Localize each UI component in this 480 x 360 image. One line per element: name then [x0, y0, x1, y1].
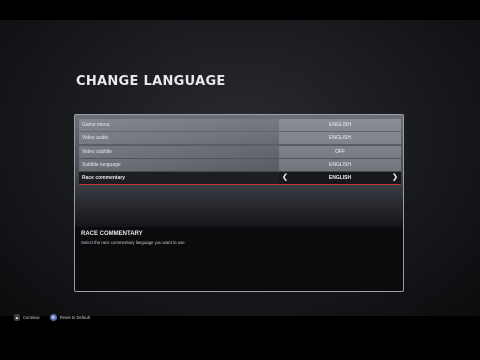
trigger-button-icon: ▲: [14, 313, 20, 321]
settings-list: Game menu ENGLISH Video audio ENGLISH Vi…: [79, 119, 401, 186]
reset-prompt[interactable]: Reset to Default: [60, 315, 90, 320]
setting-label: Race commentary: [79, 172, 279, 185]
setting-value[interactable]: ENGLISH: [279, 132, 401, 145]
continue-prompt[interactable]: Continue: [23, 315, 40, 320]
setting-label: Video audio: [79, 132, 279, 145]
setting-value[interactable]: OFF: [279, 145, 401, 158]
description-text: Select the race commentary language you …: [81, 240, 185, 245]
setting-label: Video subtitle: [79, 145, 279, 158]
setting-row-subtitle-language[interactable]: Subtitle language ENGLISH: [79, 158, 401, 171]
setting-row-video-subtitle[interactable]: Video subtitle OFF: [79, 145, 401, 158]
setting-label: Subtitle language: [79, 158, 279, 171]
game-screen: CHANGE LANGUAGE Game menu ENGLISH Video …: [0, 20, 480, 321]
setting-row-game-menu[interactable]: Game menu ENGLISH: [79, 119, 401, 131]
page-title: CHANGE LANGUAGE: [76, 74, 226, 89]
setting-row-race-commentary[interactable]: Race commentary ❮ ENGLISH ❯: [79, 172, 401, 186]
button-prompts: ▲ Continue ✕ Reset to Default: [14, 312, 90, 322]
setting-value[interactable]: ENGLISH: [279, 119, 401, 131]
x-button-icon: ✕: [49, 313, 57, 321]
setting-value: ENGLISH: [328, 175, 352, 182]
setting-row-video-audio[interactable]: Video audio ENGLISH: [79, 132, 401, 145]
setting-label: Game menu: [79, 119, 279, 131]
setting-value-selector[interactable]: ❮ ENGLISH ❯: [279, 172, 401, 185]
setting-value[interactable]: ENGLISH: [279, 158, 401, 171]
settings-panel: Game menu ENGLISH Video audio ENGLISH Vi…: [74, 114, 404, 292]
chevron-right-icon[interactable]: ❯: [392, 172, 398, 184]
setting-description: RACE COMMENTARY Select the race commenta…: [81, 231, 397, 245]
description-title: RACE COMMENTARY: [81, 231, 143, 237]
chevron-left-icon[interactable]: ❮: [282, 172, 288, 184]
